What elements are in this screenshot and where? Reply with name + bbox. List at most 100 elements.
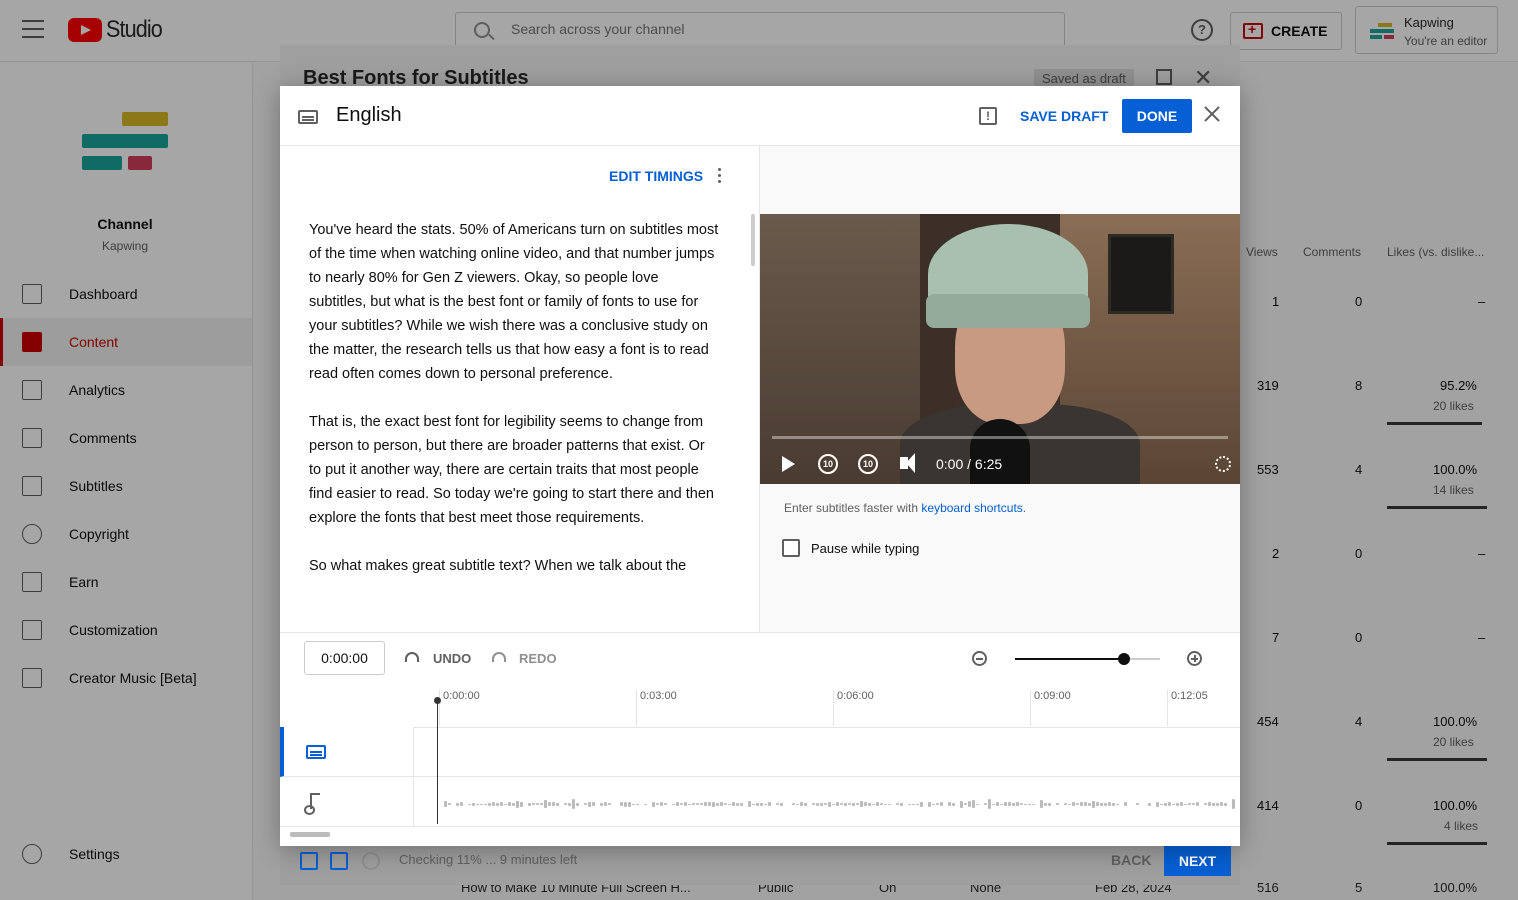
waveform-bar (908, 803, 911, 805)
waveform-bar (1148, 802, 1151, 806)
waveform-bar (792, 803, 795, 805)
waveform-bar (820, 802, 823, 806)
waveform-bar (1088, 802, 1091, 806)
waveform-bar (716, 802, 719, 806)
zoom-slider-fill (1015, 658, 1124, 660)
more-options-icon[interactable] (718, 168, 722, 184)
redo-icon[interactable] (492, 652, 506, 662)
waveform-bar (868, 802, 871, 806)
waveform-bar (1164, 802, 1167, 806)
waveform-bar (516, 800, 519, 808)
waveform-bar (812, 803, 815, 805)
timeline-tick: 0:03:00 (636, 690, 677, 726)
waveform-bar (916, 803, 919, 805)
waveform-bar (512, 802, 515, 806)
waveform-bar (708, 802, 711, 806)
transcript-textarea[interactable]: You've heard the stats. 50% of Americans… (309, 218, 719, 602)
waveform-bar (780, 802, 783, 806)
audio-track-header[interactable] (280, 777, 414, 827)
zoom-out-icon[interactable] (972, 651, 987, 666)
waveform-bar (912, 803, 915, 805)
waveform-bar (476, 803, 479, 805)
waveform-bar (816, 802, 819, 806)
waveform-bar (704, 802, 707, 806)
back-button[interactable]: BACK (1111, 852, 1151, 868)
pause-while-typing-label[interactable]: Pause while typing (811, 541, 919, 556)
waveform-bar (1188, 803, 1191, 805)
zoom-in-icon[interactable] (1187, 651, 1202, 666)
waveform-bar (508, 802, 511, 806)
timeline-tick: 0:12:05 (1167, 690, 1208, 726)
waveform-bar (1100, 802, 1103, 806)
waveform-bar (852, 802, 855, 806)
forward-10-icon[interactable]: 10 (858, 454, 878, 474)
waveform-bar (444, 801, 447, 807)
waveform-bar (604, 802, 607, 806)
waveform-bar (456, 802, 459, 806)
waveform-bar (1108, 802, 1111, 806)
current-time-input[interactable] (304, 641, 385, 675)
video-progress-bar[interactable] (772, 436, 1228, 439)
waveform-bar (724, 803, 727, 805)
gear-icon[interactable] (1215, 456, 1231, 472)
waveform-bar (920, 801, 923, 807)
waveform-bar (1208, 802, 1211, 806)
play-icon[interactable] (782, 456, 795, 472)
volume-icon[interactable] (900, 453, 915, 473)
zoom-slider-handle[interactable] (1117, 653, 1130, 665)
waveform-bar (968, 801, 971, 807)
waveform-bar (848, 803, 851, 805)
playhead[interactable] (434, 697, 441, 824)
subtitle-lane[interactable] (414, 727, 1240, 777)
waveform-bar (800, 802, 803, 806)
edit-timings-button[interactable]: EDIT TIMINGS (609, 168, 703, 184)
subtitle-editor: English ! SAVE DRAFT DONE EDIT TIMINGS Y… (280, 86, 1240, 846)
save-draft-button[interactable]: SAVE DRAFT (1012, 99, 1116, 133)
waveform-bar (1112, 802, 1115, 806)
waveform-bar (992, 803, 995, 805)
undo-button[interactable]: UNDO (433, 651, 471, 666)
waveform-bar (1136, 803, 1139, 805)
next-button[interactable]: NEXT (1164, 846, 1231, 876)
undo-icon[interactable] (405, 652, 419, 662)
subtitles-icon (298, 110, 318, 124)
waveform-bar (1176, 802, 1179, 806)
zoom-slider[interactable] (1015, 653, 1160, 665)
waveform-bar (720, 802, 723, 806)
waveform-bar (628, 801, 631, 807)
waveform-bar (1224, 802, 1227, 806)
waveform-bar (1068, 803, 1071, 805)
waveform-bar (688, 803, 691, 805)
waveform-bar (488, 802, 491, 806)
close-icon[interactable] (1201, 103, 1223, 125)
waveform-bar (588, 801, 591, 807)
waveform-bar (460, 802, 463, 806)
waveform-bar (872, 803, 875, 805)
waveform-bar (656, 803, 659, 805)
rewind-10-icon[interactable]: 10 (818, 454, 838, 474)
timeline-tick: 0:06:00 (833, 690, 874, 726)
feedback-icon[interactable]: ! (979, 107, 997, 125)
transcript-scrollbar[interactable] (751, 214, 755, 266)
waveform-bar (1024, 803, 1027, 805)
waveform-bar (608, 803, 611, 805)
waveform-bar (988, 799, 991, 809)
timeline-ruler[interactable]: 0:00:00 0:03:00 0:06:00 0:09:00 0:12:05 (414, 684, 1240, 728)
waveform-bar (1020, 803, 1023, 805)
waveform-bar (948, 802, 951, 806)
timeline-lanes[interactable] (414, 727, 1240, 827)
done-button[interactable]: DONE (1122, 99, 1192, 133)
timeline-scrollbar[interactable] (290, 832, 330, 837)
subtitle-track-header[interactable] (280, 727, 414, 777)
waveform-bar (680, 803, 683, 805)
waveform-bar (1212, 802, 1215, 806)
waveform-bar (884, 803, 887, 805)
pause-while-typing-checkbox[interactable] (782, 539, 800, 557)
video-player[interactable]: 10 10 0:00 / 6:25 (760, 214, 1240, 484)
editor-header: English ! SAVE DRAFT DONE (280, 86, 1240, 146)
waveform-bar (652, 801, 655, 807)
keyboard-shortcuts-link[interactable]: keyboard shortcuts (921, 501, 1022, 515)
waveform-bar (1184, 803, 1187, 805)
redo-button[interactable]: REDO (519, 651, 557, 666)
waveform-bar (660, 802, 663, 806)
